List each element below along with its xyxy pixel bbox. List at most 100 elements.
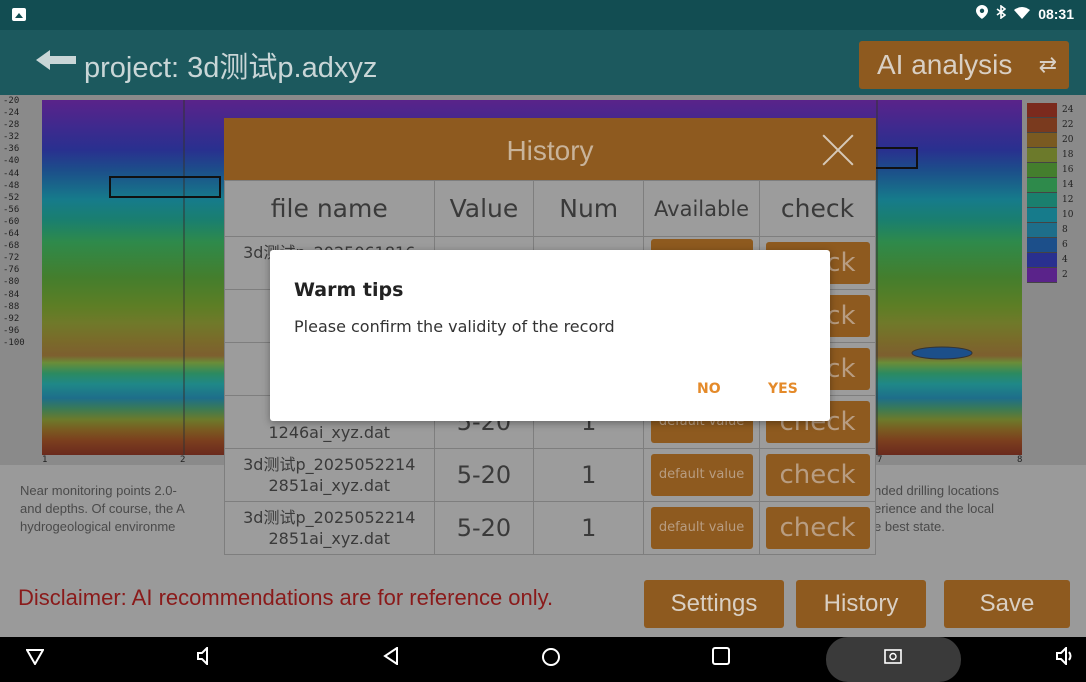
file-name-line: 2851ai_xyz.dat xyxy=(268,476,391,495)
description-line: nded drilling locations xyxy=(874,483,1000,498)
y-tick: -96 xyxy=(3,325,20,336)
y-tick: -88 xyxy=(3,301,20,312)
default-value-button[interactable]: default value xyxy=(650,507,753,549)
bluetooth-icon xyxy=(996,4,1007,22)
history-dialog-title: History xyxy=(506,135,594,166)
table-row: 3d测试p_2025052214 2851ai_xyz.dat 5-20 1 defau… xyxy=(224,501,876,555)
legend-label: 20 xyxy=(1062,135,1074,145)
ai-analysis-button[interactable]: AI analysis ⇄ xyxy=(859,41,1069,89)
color-legend: 24 22 20 18 16 14 12 10 8 6 4 2 xyxy=(1024,100,1084,290)
y-tick: -40 xyxy=(3,156,20,167)
description-line: and depths. Of course, the A xyxy=(20,501,185,516)
y-tick: -100 xyxy=(3,337,25,348)
legend-swatch xyxy=(1027,268,1057,283)
back-icon[interactable] xyxy=(383,646,399,671)
wifi-icon xyxy=(1014,6,1031,22)
y-tick: -32 xyxy=(3,132,20,143)
value-cell: 5-20 xyxy=(433,448,535,502)
legend-swatch xyxy=(1027,208,1057,223)
legend-label: 18 xyxy=(1062,150,1074,160)
confirm-dialog-title: Warm tips xyxy=(294,279,404,301)
check-cell: check xyxy=(759,448,876,502)
column-header: Available xyxy=(643,180,761,237)
y-tick: -24 xyxy=(3,108,20,119)
legend-swatch xyxy=(1027,178,1057,193)
y-axis-ticks: -20 -24 -28 -32 -36 -40 -44 -48 -52 -56 -60 -64 -68-… xyxy=(0,95,42,460)
x-tick: 2 xyxy=(180,455,186,465)
location-icon xyxy=(976,5,989,22)
value-cell: 5-20 xyxy=(433,501,535,555)
y-tick: -76 xyxy=(3,265,20,276)
available-cell: default value xyxy=(643,501,761,555)
y-tick: -52 xyxy=(3,192,20,203)
description-line: Near monitoring points 2.0- xyxy=(20,483,177,498)
y-tick: -28 xyxy=(3,120,20,131)
screenshot-icon[interactable] xyxy=(884,647,902,671)
default-value-button[interactable]: default value xyxy=(650,454,753,496)
y-tick: -72 xyxy=(3,253,20,264)
available-cell: default value xyxy=(643,448,761,502)
legend-swatch xyxy=(1027,148,1057,163)
legend-label: 10 xyxy=(1062,210,1074,220)
legend-label: 14 xyxy=(1062,180,1074,190)
legend-label: 6 xyxy=(1062,240,1068,250)
legend-label: 2 xyxy=(1062,270,1068,280)
clock: 08:31 xyxy=(1038,5,1074,22)
y-tick: -48 xyxy=(3,180,20,191)
legend-label: 8 xyxy=(1062,225,1068,235)
check-cell: check xyxy=(759,501,876,555)
legend-label: 22 xyxy=(1062,120,1074,130)
volume-up-icon[interactable] xyxy=(1056,645,1074,671)
file-name-line: 2851ai_xyz.dat xyxy=(268,529,391,548)
legend-swatch xyxy=(1027,253,1057,268)
page-title: project: 3d测试p.adxyz xyxy=(84,52,378,84)
no-button[interactable]: NO xyxy=(697,381,721,397)
legend-swatch xyxy=(1027,118,1057,133)
save-button[interactable]: Save xyxy=(944,580,1070,628)
check-button[interactable]: check xyxy=(765,507,870,549)
y-tick: -36 xyxy=(3,144,20,155)
legend-labels: 24 22 20 18 16 14 12 10 8 6 4 2 xyxy=(1062,103,1073,283)
check-button[interactable]: check xyxy=(765,454,870,496)
legend-label: 16 xyxy=(1062,165,1074,175)
system-nav-bar xyxy=(0,637,1086,682)
volume-down-icon[interactable] xyxy=(197,645,213,671)
settings-button[interactable]: Settings xyxy=(644,580,784,628)
file-name-cell: 3d测试p_2025052214 2851ai_xyz.dat xyxy=(224,501,435,555)
x-tick: 8 xyxy=(1017,455,1023,465)
y-tick: -92 xyxy=(3,313,20,324)
file-name-line: 1246ai_xyz.dat xyxy=(268,423,391,442)
collapse-icon[interactable] xyxy=(25,647,45,671)
legend-swatch xyxy=(1027,238,1057,253)
file-name-line: 3d测试p_2025052214 xyxy=(243,508,416,527)
legend-swatch xyxy=(1027,193,1057,208)
home-icon[interactable] xyxy=(541,647,561,673)
image-icon xyxy=(12,8,26,21)
y-tick: -20 xyxy=(3,96,20,106)
legend-swatch xyxy=(1027,133,1057,148)
column-header: check xyxy=(759,180,876,237)
description-line: erience and the local xyxy=(874,501,994,516)
recents-icon[interactable] xyxy=(712,647,730,671)
ai-analysis-label: AI analysis xyxy=(877,49,1013,80)
back-arrow-icon[interactable] xyxy=(36,50,76,70)
legend-swatch xyxy=(1027,163,1057,178)
column-header: file name xyxy=(224,180,435,237)
close-icon[interactable] xyxy=(820,132,856,168)
legend-label: 24 xyxy=(1062,105,1074,115)
yes-button[interactable]: YES xyxy=(768,381,798,397)
y-tick: -84 xyxy=(3,289,20,300)
y-tick: -80 xyxy=(3,277,20,288)
legend-swatch xyxy=(1027,223,1057,238)
legend-label: 12 xyxy=(1062,195,1074,205)
history-button[interactable]: History xyxy=(796,580,926,628)
y-tick: -56 xyxy=(3,204,20,215)
x-tick: 1 xyxy=(42,455,48,465)
table-row: 3d测试p_2025052214 2851ai_xyz.dat 5-20 1 defau… xyxy=(224,448,876,502)
file-name-line: 3d测试p_2025052214 xyxy=(243,455,416,474)
legend-colorbar xyxy=(1027,103,1057,283)
swap-icon: ⇄ xyxy=(1038,52,1057,77)
column-header: Num xyxy=(533,180,645,237)
description-line: e best state. xyxy=(874,519,945,534)
confirm-dialog-message: Please confirm the validity of the recor… xyxy=(294,317,615,336)
